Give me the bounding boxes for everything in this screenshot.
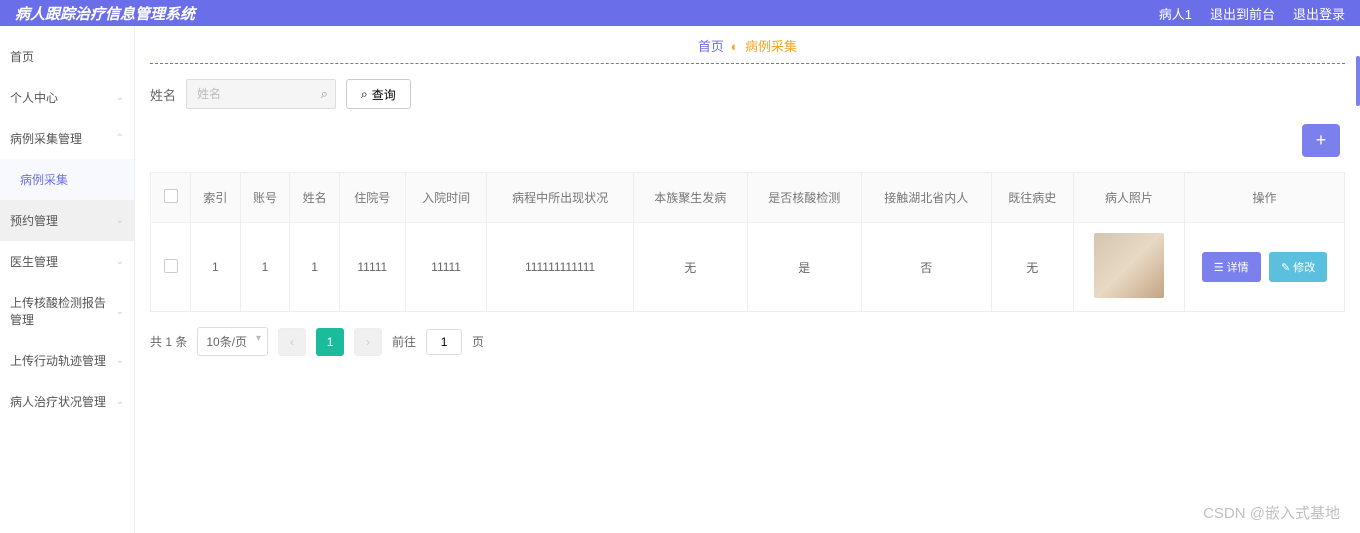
cell-hospital-no: 11111 bbox=[339, 223, 405, 312]
cell-family: 无 bbox=[633, 223, 747, 312]
sidebar-item-label: 上传核酸检测报告管理 bbox=[10, 294, 116, 328]
col-history: 既往病史 bbox=[991, 173, 1073, 223]
chevron-down-icon: ⌄ bbox=[116, 306, 124, 317]
sidebar-item-label: 病例采集 bbox=[20, 171, 68, 188]
chevron-down-icon: ⌄ bbox=[116, 92, 124, 103]
detail-button-label: 详情 bbox=[1227, 259, 1249, 275]
sidebar-item-case-collect[interactable]: 病例采集 bbox=[0, 159, 134, 200]
breadcrumb-current: 病例采集 bbox=[745, 39, 797, 54]
col-nucleic: 是否核酸检测 bbox=[747, 173, 861, 223]
next-page-button[interactable]: › bbox=[354, 328, 382, 356]
sidebar-item-track[interactable]: 上传行动轨迹管理 ⌄ bbox=[0, 340, 134, 381]
page-jump-input[interactable] bbox=[426, 329, 462, 355]
edit-button-label: 修改 bbox=[1293, 259, 1315, 275]
cell-nucleic: 是 bbox=[747, 223, 861, 312]
row-checkbox[interactable] bbox=[164, 259, 178, 273]
page-size-select[interactable]: 10条/页 bbox=[197, 327, 268, 356]
col-action: 操作 bbox=[1185, 173, 1345, 223]
main-content: 首页 ◐ 病例采集 姓名 ⌕ ⌕ 查询 + bbox=[135, 26, 1360, 533]
app-title: 病人跟踪治疗信息管理系统 bbox=[15, 3, 195, 24]
edit-button[interactable]: ✎ 修改 bbox=[1269, 252, 1327, 282]
col-index: 索引 bbox=[191, 173, 241, 223]
edit-icon: ✎ bbox=[1281, 261, 1290, 274]
user-name[interactable]: 病人1 bbox=[1159, 4, 1192, 23]
breadcrumb-sep-icon: ◐ bbox=[731, 39, 739, 54]
col-admit-time: 入院时间 bbox=[405, 173, 487, 223]
add-button[interactable]: + bbox=[1302, 124, 1340, 157]
chevron-down-icon: ⌄ bbox=[116, 215, 124, 226]
query-button-label: 查询 bbox=[372, 86, 396, 103]
app-header: 病人跟踪治疗信息管理系统 病人1 退出到前台 退出登录 bbox=[0, 0, 1360, 26]
sidebar-item-label: 上传行动轨迹管理 bbox=[10, 352, 106, 369]
sidebar-item-case-manage[interactable]: 病例采集管理 ⌃ bbox=[0, 118, 134, 159]
col-hospital-no: 住院号 bbox=[339, 173, 405, 223]
sidebar-item-label: 个人中心 bbox=[10, 89, 58, 106]
chevron-up-icon: ⌃ bbox=[116, 133, 124, 144]
page-number-button[interactable]: 1 bbox=[316, 328, 344, 356]
divider bbox=[150, 63, 1345, 64]
header-actions: 病人1 退出到前台 退出登录 bbox=[1159, 4, 1345, 23]
data-table: 索引 账号 姓名 住院号 入院时间 病程中所出现状况 本族聚生发病 是否核酸检测… bbox=[150, 172, 1345, 312]
sidebar-item-label: 病人治疗状况管理 bbox=[10, 393, 106, 410]
total-text: 共 1 条 bbox=[150, 333, 187, 350]
cell-index: 1 bbox=[191, 223, 241, 312]
detail-button[interactable]: ☰ 详情 bbox=[1202, 252, 1261, 282]
sidebar-item-personal[interactable]: 个人中心 ⌄ bbox=[0, 77, 134, 118]
sidebar-item-nucleic-report[interactable]: 上传核酸检测报告管理 ⌄ bbox=[0, 282, 134, 340]
cell-admit-time: 11111 bbox=[405, 223, 487, 312]
search-icon: ⌕ bbox=[361, 87, 368, 102]
sidebar-item-doctor[interactable]: 医生管理 ⌄ bbox=[0, 241, 134, 282]
search-label: 姓名 bbox=[150, 85, 176, 104]
sidebar-item-label: 预约管理 bbox=[10, 212, 58, 229]
sidebar-item-label: 病例采集管理 bbox=[10, 130, 82, 147]
patient-photo bbox=[1094, 233, 1164, 298]
breadcrumb: 首页 ◐ 病例采集 bbox=[135, 26, 1360, 63]
cell-name: 1 bbox=[290, 223, 340, 312]
col-photo: 病人照片 bbox=[1073, 173, 1184, 223]
jump-suffix: 页 bbox=[472, 333, 484, 350]
table-row: 1 1 1 11111 11111 111111111111 无 是 否 无 bbox=[151, 223, 1345, 312]
chevron-down-icon: ⌄ bbox=[116, 355, 124, 366]
col-name: 姓名 bbox=[290, 173, 340, 223]
col-family: 本族聚生发病 bbox=[633, 173, 747, 223]
select-all-checkbox[interactable] bbox=[164, 189, 178, 203]
sidebar: 首页 个人中心 ⌄ 病例采集管理 ⌃ 病例采集 预约管理 ⌄ 医生管理 ⌄ 上传… bbox=[0, 26, 135, 533]
search-bar: 姓名 ⌕ ⌕ 查询 bbox=[135, 79, 1360, 124]
cell-history: 无 bbox=[991, 223, 1073, 312]
cell-status: 111111111111 bbox=[487, 223, 633, 312]
sidebar-item-treatment[interactable]: 病人治疗状况管理 ⌄ bbox=[0, 381, 134, 422]
sidebar-item-label: 医生管理 bbox=[10, 253, 58, 270]
cell-account: 1 bbox=[240, 223, 290, 312]
query-button[interactable]: ⌕ 查询 bbox=[346, 79, 411, 109]
logout-link[interactable]: 退出登录 bbox=[1293, 4, 1345, 23]
col-hubei: 接触湖北省内人 bbox=[861, 173, 991, 223]
cell-hubei: 否 bbox=[861, 223, 991, 312]
sidebar-item-home[interactable]: 首页 bbox=[0, 36, 134, 77]
sidebar-item-label: 首页 bbox=[10, 48, 34, 65]
breadcrumb-home[interactable]: 首页 bbox=[698, 39, 724, 54]
table-header-row: 索引 账号 姓名 住院号 入院时间 病程中所出现状况 本族聚生发病 是否核酸检测… bbox=[151, 173, 1345, 223]
plus-icon: + bbox=[1316, 130, 1327, 150]
prev-page-button[interactable]: ‹ bbox=[278, 328, 306, 356]
scroll-indicator[interactable] bbox=[1356, 56, 1360, 106]
sidebar-item-appointment[interactable]: 预约管理 ⌄ bbox=[0, 200, 134, 241]
chevron-down-icon: ⌄ bbox=[116, 396, 124, 407]
chevron-down-icon: ⌄ bbox=[116, 256, 124, 267]
list-icon: ☰ bbox=[1214, 261, 1224, 274]
col-account: 账号 bbox=[240, 173, 290, 223]
jump-prefix: 前往 bbox=[392, 333, 416, 350]
toolbar: + bbox=[135, 124, 1360, 172]
pagination: 共 1 条 10条/页 ‹ 1 › 前往 页 bbox=[135, 312, 1360, 371]
col-status: 病程中所出现状况 bbox=[487, 173, 633, 223]
logout-front-link[interactable]: 退出到前台 bbox=[1210, 4, 1275, 23]
search-input[interactable] bbox=[186, 79, 336, 109]
